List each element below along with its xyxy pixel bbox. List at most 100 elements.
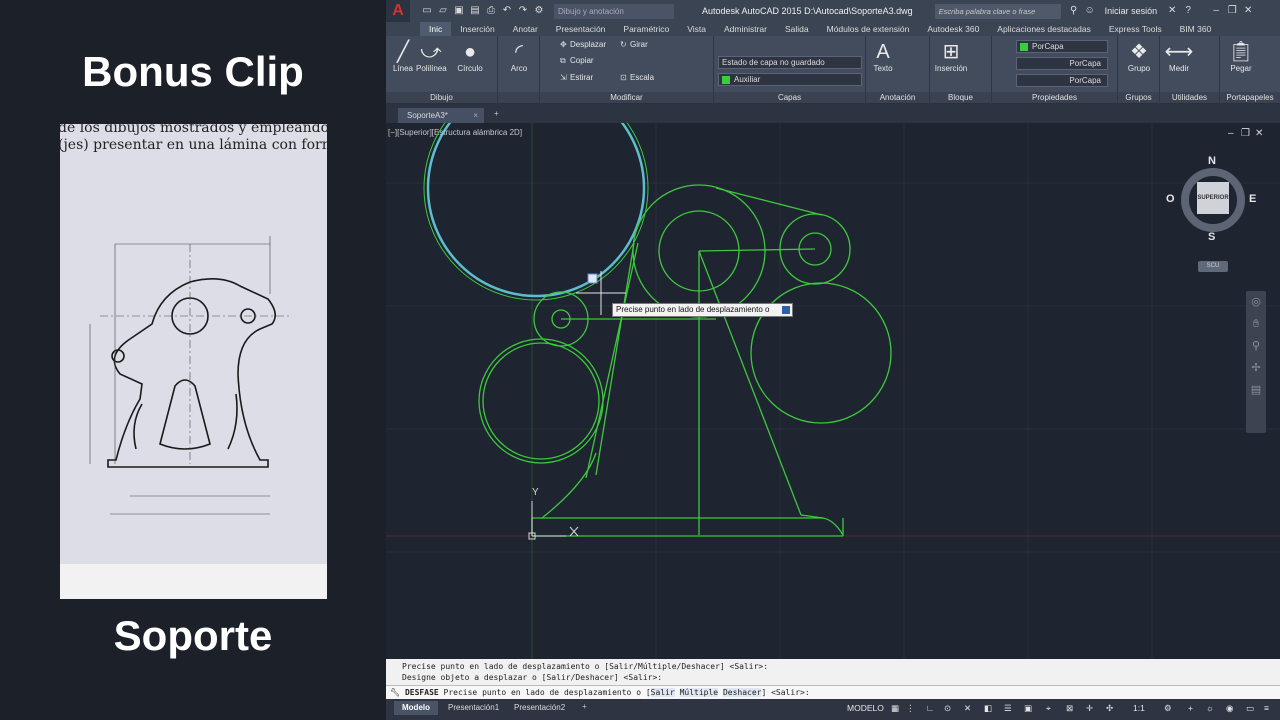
workspace-switch-icon[interactable]: ⚙ <box>1164 703 1172 714</box>
layout-tab-presentacion1[interactable]: Presentación1 <box>440 701 507 715</box>
transparency-icon[interactable]: ▣ <box>1024 703 1032 714</box>
panel-modificar-label[interactable]: Modificar <box>540 92 713 103</box>
move-tool[interactable]: ✥ Desplazar <box>560 40 606 49</box>
panel-utilidades-label[interactable]: Utilidades <box>1160 92 1219 103</box>
paste-tool[interactable]: 📋︎ Pegar <box>1226 40 1256 73</box>
compass-north[interactable]: N <box>1208 155 1216 167</box>
orbit-icon[interactable]: ✢ <box>1246 357 1266 379</box>
customization-plus-icon[interactable]: + <box>1188 703 1193 713</box>
polar-icon[interactable]: ⊙ <box>944 703 951 714</box>
pan-icon[interactable]: ✋︎ <box>1246 313 1266 335</box>
exchange-icon[interactable]: ✕ <box>1165 4 1179 18</box>
panel-grupos-label[interactable]: Grupos <box>1118 92 1159 103</box>
arc-tool[interactable]: ◜ Arco <box>504 40 534 73</box>
tab-parametrico[interactable]: Paramétrico <box>614 22 678 36</box>
osnap-icon[interactable]: ◧ <box>984 703 992 714</box>
search-input[interactable]: Escriba palabra clave o frase <box>934 3 1061 19</box>
panel-portapapeles-label[interactable]: Portapapeles <box>1220 92 1280 103</box>
restore-icon[interactable]: ❐ <box>1225 4 1239 18</box>
grid-icon[interactable]: ▦ <box>891 703 899 714</box>
zoom-icon[interactable]: ⚲ <box>1246 335 1266 357</box>
stretch-tool[interactable]: ⇲ Estirar <box>560 73 593 82</box>
new-icon[interactable]: ▭ <box>420 4 434 18</box>
compass-west[interactable]: O <box>1166 193 1175 205</box>
tab-bim-360[interactable]: BIM 360 <box>1171 22 1221 36</box>
polyline-tool[interactable]: ⤻ Polilínea <box>416 40 447 73</box>
save-icon[interactable]: ▣ <box>452 4 466 18</box>
circle-tool[interactable]: ● Círculo <box>455 40 485 73</box>
line-tool[interactable]: ╱ Línea <box>388 40 418 73</box>
viewcube[interactable]: SUPERIOR N S E O <box>1166 155 1256 243</box>
option-deshacer[interactable]: Deshacer <box>722 688 762 697</box>
binoculars-icon[interactable]: ⚲ <box>1067 4 1081 18</box>
isolate-objects-icon[interactable]: ☼ <box>1206 703 1214 713</box>
option-multiple[interactable]: Múltiple <box>679 688 719 697</box>
selection-cycling-icon[interactable]: ⊠ <box>1066 703 1073 714</box>
tab-salida[interactable]: Salida <box>776 22 818 36</box>
sign-in-link[interactable]: Iniciar sesión <box>1105 6 1158 16</box>
dynamic-ucs-icon[interactable]: ✣ <box>1106 703 1113 714</box>
ortho-icon[interactable]: ∟ <box>926 703 934 713</box>
layer-select[interactable]: Auxiliar <box>718 73 862 86</box>
tab-express-tools[interactable]: Express Tools <box>1100 22 1171 36</box>
close-tab-icon[interactable]: × <box>473 108 478 123</box>
application-menu-button[interactable]: A <box>386 0 410 22</box>
tab-presentacion[interactable]: Presentación <box>547 22 615 36</box>
showmotion-icon[interactable]: ▤ <box>1246 379 1266 401</box>
layout-tab-modelo[interactable]: Modelo <box>394 701 438 715</box>
scale-tool[interactable]: ⊡ Escala <box>620 73 654 82</box>
compass-east[interactable]: E <box>1249 193 1256 205</box>
insert-tool[interactable]: ⊞ Inserción <box>932 40 970 73</box>
undo-icon[interactable]: ↶ <box>500 4 514 18</box>
tab-aplicaciones[interactable]: Aplicaciones destacadas <box>988 22 1100 36</box>
command-input[interactable]: 🔧︎ DESFASE Precise punto en lado de desp… <box>386 685 1280 699</box>
panel-capas-label[interactable]: Capas <box>714 92 865 103</box>
measure-tool[interactable]: ⟷ Medir <box>1164 40 1194 73</box>
open-icon[interactable]: ▱ <box>436 4 450 18</box>
layer-state-select[interactable]: Estado de capa no guardado <box>718 56 862 69</box>
hardware-acceleration-icon[interactable]: ◉ <box>1226 703 1233 714</box>
option-salir[interactable]: Salir <box>650 688 675 697</box>
plot-icon[interactable]: ⎙ <box>484 4 498 18</box>
tab-anotar[interactable]: Anotar <box>504 22 547 36</box>
tab-inicio[interactable]: Inic <box>420 22 452 36</box>
isodraft-icon[interactable]: ✕ <box>964 703 971 714</box>
workspace-select[interactable]: Dibujo y anotación <box>554 3 674 19</box>
workspace-gear-icon[interactable]: ⚙ <box>532 4 546 18</box>
panel-bloque-label[interactable]: Bloque <box>930 92 991 103</box>
wrench-icon[interactable]: 🔧︎ <box>390 688 400 697</box>
lineweight-icon[interactable]: ☰ <box>1004 703 1012 714</box>
copy-tool[interactable]: ⧉ Copiar <box>560 56 594 66</box>
rotate-tool[interactable]: ↻ Girar <box>620 40 648 49</box>
tooltip-options-icon[interactable] <box>782 306 790 314</box>
color-select[interactable]: PorCapa <box>1016 40 1108 53</box>
new-tab-icon[interactable]: + <box>494 109 499 118</box>
redo-icon[interactable]: ↷ <box>516 4 530 18</box>
clean-screen-icon[interactable]: ▭ <box>1246 703 1254 714</box>
viewcube-top-face[interactable]: SUPERIOR <box>1197 182 1229 214</box>
linetype-select[interactable]: PorCapa <box>1016 57 1108 70</box>
add-layout-icon[interactable]: + <box>582 702 587 711</box>
drawing-canvas[interactable]: [−][Superior][Estructura alámbrica 2D] –… <box>386 123 1280 659</box>
lineweight-select[interactable]: PorCapa <box>1016 74 1108 87</box>
3d-osnap-icon[interactable]: ✛ <box>1086 703 1093 714</box>
steering-wheel-icon[interactable]: ◎ <box>1246 291 1266 313</box>
tab-autodesk-360[interactable]: Autodesk 360 <box>918 22 988 36</box>
layout-tab-presentacion2[interactable]: Presentación2 <box>506 701 573 715</box>
help-icon[interactable]: ? <box>1181 4 1195 18</box>
text-tool[interactable]: A Texto <box>868 40 898 73</box>
snap-icon[interactable]: ⋮ <box>906 703 915 714</box>
tab-modulos[interactable]: Módulos de extensión <box>818 22 919 36</box>
panel-dibujo-label[interactable]: Dibujo <box>386 92 497 103</box>
tab-insercion[interactable]: Inserción <box>451 22 504 36</box>
document-tab-soporte[interactable]: SoporteA3* × <box>398 108 484 123</box>
close-icon[interactable]: ✕ <box>1241 4 1255 18</box>
panel-propiedades-label[interactable]: Propiedades <box>992 92 1117 103</box>
user-icon[interactable]: ☺ <box>1083 4 1097 18</box>
compass-south[interactable]: S <box>1208 231 1215 243</box>
customize-menu-icon[interactable]: ≡ <box>1264 703 1269 713</box>
minimize-icon[interactable]: – <box>1209 4 1223 18</box>
model-space-toggle[interactable]: MODELO <box>847 703 884 713</box>
tab-vista[interactable]: Vista <box>678 22 715 36</box>
group-tool[interactable]: ❖ Grupo <box>1124 40 1154 73</box>
